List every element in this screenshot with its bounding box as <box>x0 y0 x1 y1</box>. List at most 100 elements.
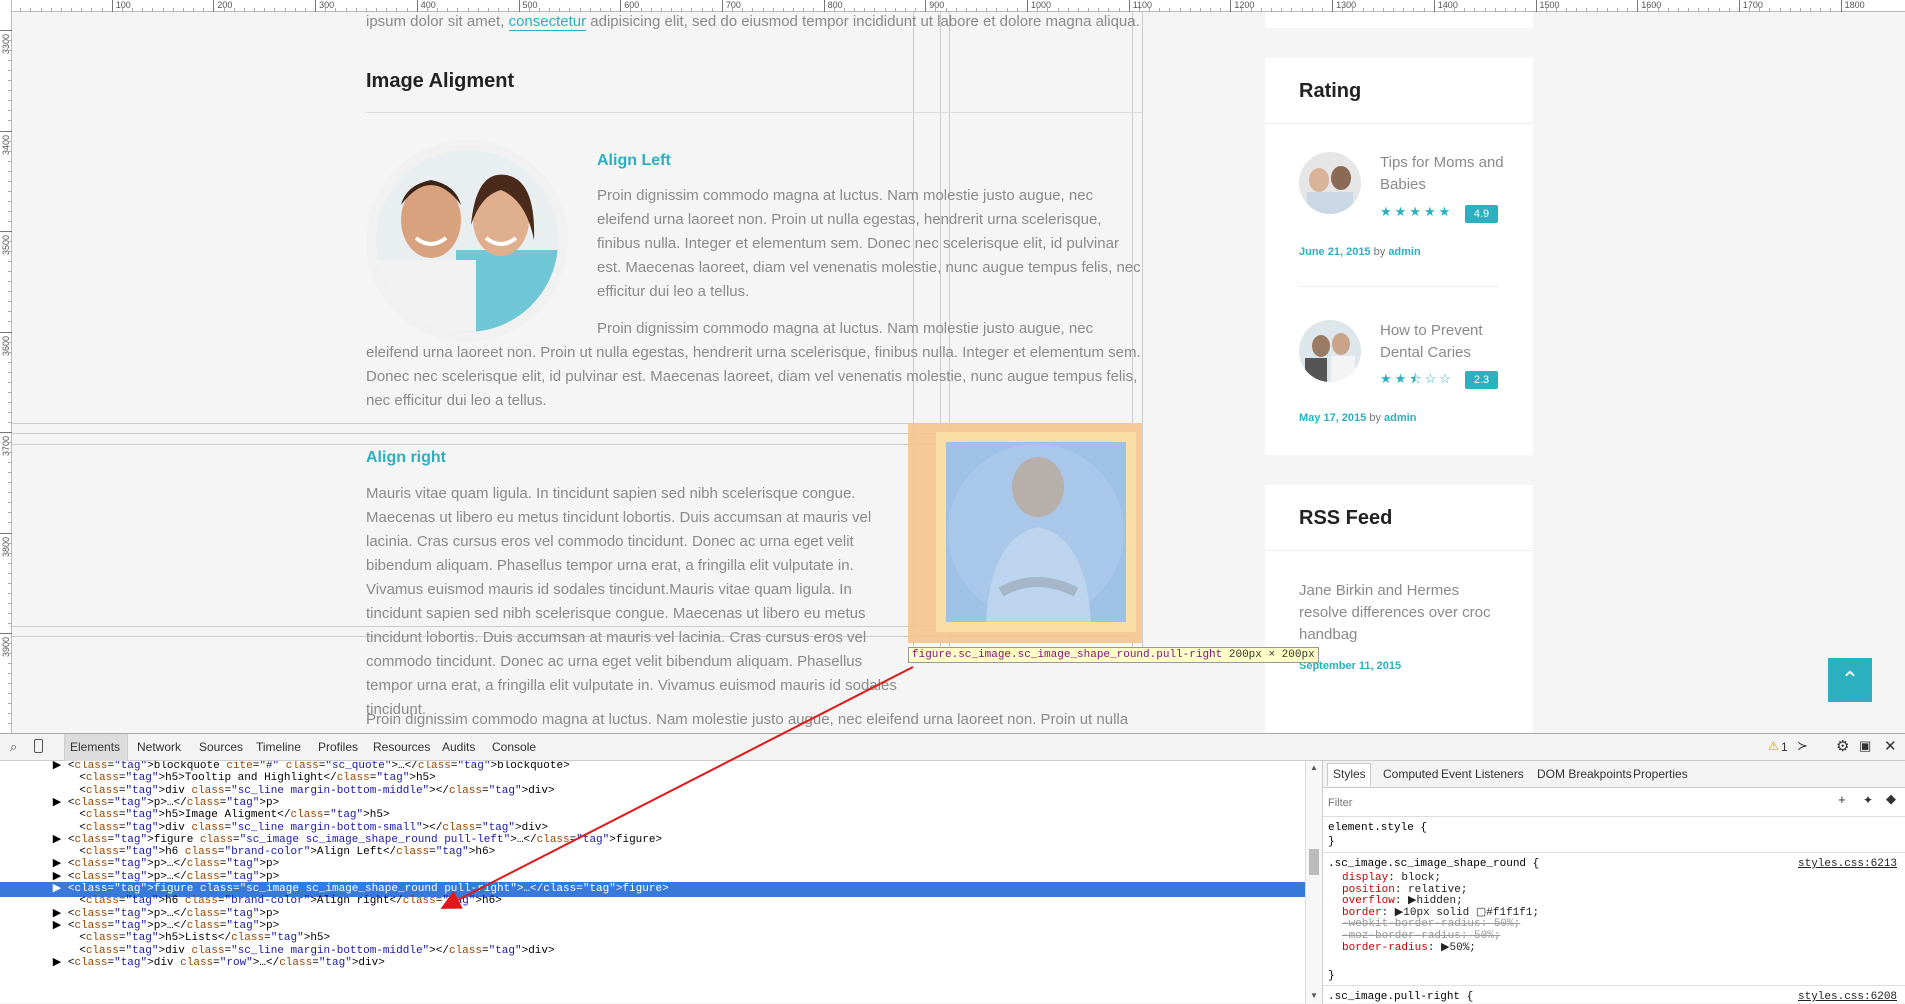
ruler-minor-tick <box>640 8 642 12</box>
ruler-minor-tick <box>1159 8 1161 12</box>
ruler-label: 600 <box>624 0 640 10</box>
tab-timeline[interactable]: Timeline <box>256 740 301 754</box>
tab-audits[interactable]: Audits <box>442 740 475 754</box>
post-title-link[interactable]: How to Prevent Dental Caries <box>1380 320 1520 364</box>
guide-line <box>1142 12 1143 652</box>
rule-source-link[interactable]: styles.css:6213 <box>1798 857 1897 871</box>
tab-sources[interactable]: Sources <box>199 740 243 754</box>
ruler-minor-tick <box>20 8 22 12</box>
ruler-minor-tick <box>732 8 734 12</box>
ruler-minor-tick <box>8 90 12 92</box>
scroll-to-top-button[interactable]: ⌃ <box>1828 658 1872 702</box>
tab-computed[interactable]: Computed <box>1383 767 1438 781</box>
ruler-minor-tick <box>8 522 12 524</box>
filter-divider <box>1323 816 1905 817</box>
dom-node[interactable]: ▶ <class="tag">div class="row">…</class=… <box>0 956 1305 971</box>
element-style-selector[interactable]: element.style { <box>1328 821 1427 835</box>
tab-network[interactable]: Network <box>137 740 181 754</box>
ruler-tick: 1500 <box>1535 0 1560 12</box>
ruler-minor-tick <box>142 8 144 12</box>
post-title-link[interactable]: Tips for Moms and Babies <box>1380 152 1520 196</box>
post-date[interactable]: May 17, 2015 <box>1299 412 1366 424</box>
tab-elements[interactable]: Elements <box>70 740 120 754</box>
ruler-minor-tick <box>121 8 123 12</box>
ruler-minor-tick <box>793 8 795 12</box>
console-drawer-icon[interactable]: ≻ <box>1797 738 1808 754</box>
gear-icon[interactable]: ⚙ <box>1836 737 1849 755</box>
consectetur-link[interactable]: consectetur <box>508 13 587 31</box>
tab-styles[interactable]: Styles <box>1333 767 1366 781</box>
ruler-minor-tick <box>8 492 12 494</box>
ruler-tick: 100 <box>111 0 131 12</box>
ruler-minor-tick <box>8 381 12 383</box>
ruler-minor-tick <box>60 8 62 12</box>
post-author[interactable]: admin <box>1388 246 1420 258</box>
ruler-minor-tick <box>233 8 235 12</box>
ruler-minor-tick <box>1789 8 1791 12</box>
post-author[interactable]: admin <box>1384 412 1416 424</box>
warning-icon[interactable]: ⚠ <box>1768 739 1779 753</box>
rss-item-link[interactable]: Jane Birkin and Hermes resolve differenc… <box>1299 580 1509 646</box>
ruler-minor-tick <box>8 190 12 192</box>
tab-properties[interactable]: Properties <box>1633 767 1688 781</box>
search-icon[interactable]: ⌕ <box>10 739 17 755</box>
ruler-minor-tick <box>8 663 12 665</box>
ruler-minor-tick <box>8 341 12 343</box>
dock-icon[interactable]: ▣ <box>1859 738 1871 754</box>
ruler-minor-tick <box>1393 8 1395 12</box>
ruler-tick: 3400 <box>0 130 12 155</box>
ruler-minor-tick <box>335 8 337 12</box>
pin-icon[interactable]: ✦ <box>1863 793 1873 808</box>
ruler-minor-tick <box>813 8 815 12</box>
rule-selector[interactable]: .sc_image.pull-right { <box>1328 990 1473 1004</box>
ruler-minor-tick <box>965 8 967 12</box>
add-rule-icon[interactable]: + <box>1838 793 1846 808</box>
ruler-minor-tick <box>8 371 12 373</box>
ruler-label: 800 <box>827 0 843 10</box>
tab-console[interactable]: Console <box>492 740 536 754</box>
rating-score-badge: 2.3 <box>1465 371 1498 389</box>
ruler-minor-tick <box>1566 8 1567 12</box>
ruler-minor-tick <box>681 8 683 12</box>
ruler-tick: 800 <box>823 0 843 12</box>
scrollbar-thumb[interactable] <box>1309 849 1319 875</box>
ruler-tick: 1600 <box>1637 0 1661 12</box>
ruler-minor-tick <box>8 210 12 212</box>
css-property[interactable]: border-radius: ▶50%; <box>1342 941 1476 955</box>
ruler-minor-tick <box>8 351 12 353</box>
ruler-minor-tick <box>8 421 12 423</box>
toggle-state-icon[interactable]: ◆ <box>1886 792 1896 807</box>
tab-resources[interactable]: Resources <box>373 740 430 754</box>
ruler-minor-tick <box>8 311 12 313</box>
ruler-tick: 600 <box>620 0 639 12</box>
widget-divider <box>1265 550 1533 551</box>
rule-source-link[interactable]: styles.css:6208 <box>1798 990 1897 1004</box>
tab-profiles[interactable]: Profiles <box>318 740 358 754</box>
dom-tree-scrollbar[interactable]: ▲ ▼ <box>1305 761 1322 1004</box>
post-thumbnail[interactable] <box>1299 320 1361 382</box>
ruler-minor-tick <box>8 281 12 283</box>
ruler-minor-tick <box>8 693 12 695</box>
ruler-minor-tick <box>8 472 12 474</box>
man-image[interactable] <box>946 442 1126 622</box>
ruler-minor-tick <box>559 8 561 12</box>
tab-event-listeners[interactable]: Event Listeners <box>1441 767 1524 781</box>
ruler-tick: 700 <box>721 0 741 12</box>
device-mode-icon[interactable] <box>34 739 43 753</box>
styles-filter-input[interactable] <box>1328 795 1808 811</box>
rule-selector[interactable]: .sc_image.sc_image_shape_round { <box>1328 857 1539 871</box>
horizontal-ruler: 100 200 300 400 500 600 700 800 900 1000 1100 1200 1… <box>0 0 1905 12</box>
close-icon[interactable]: ✕ <box>1884 737 1897 755</box>
ruler-minor-tick <box>294 8 296 12</box>
ruler-minor-tick <box>701 8 703 12</box>
ruler-minor-tick <box>426 8 428 12</box>
post-thumbnail[interactable] <box>1299 152 1361 214</box>
post-date[interactable]: June 21, 2015 <box>1299 246 1371 258</box>
widget-divider <box>1265 123 1533 124</box>
ruler-minor-tick <box>1016 8 1018 12</box>
dom-tree-panel[interactable]: ▶ <class="tag">blockquote cite="#" class… <box>0 761 1305 1004</box>
ruler-minor-tick <box>81 8 83 12</box>
tab-dom-breakpoints[interactable]: DOM Breakpoints <box>1537 767 1632 781</box>
ruler-minor-tick <box>8 582 12 584</box>
ruler-minor-tick <box>447 8 449 12</box>
